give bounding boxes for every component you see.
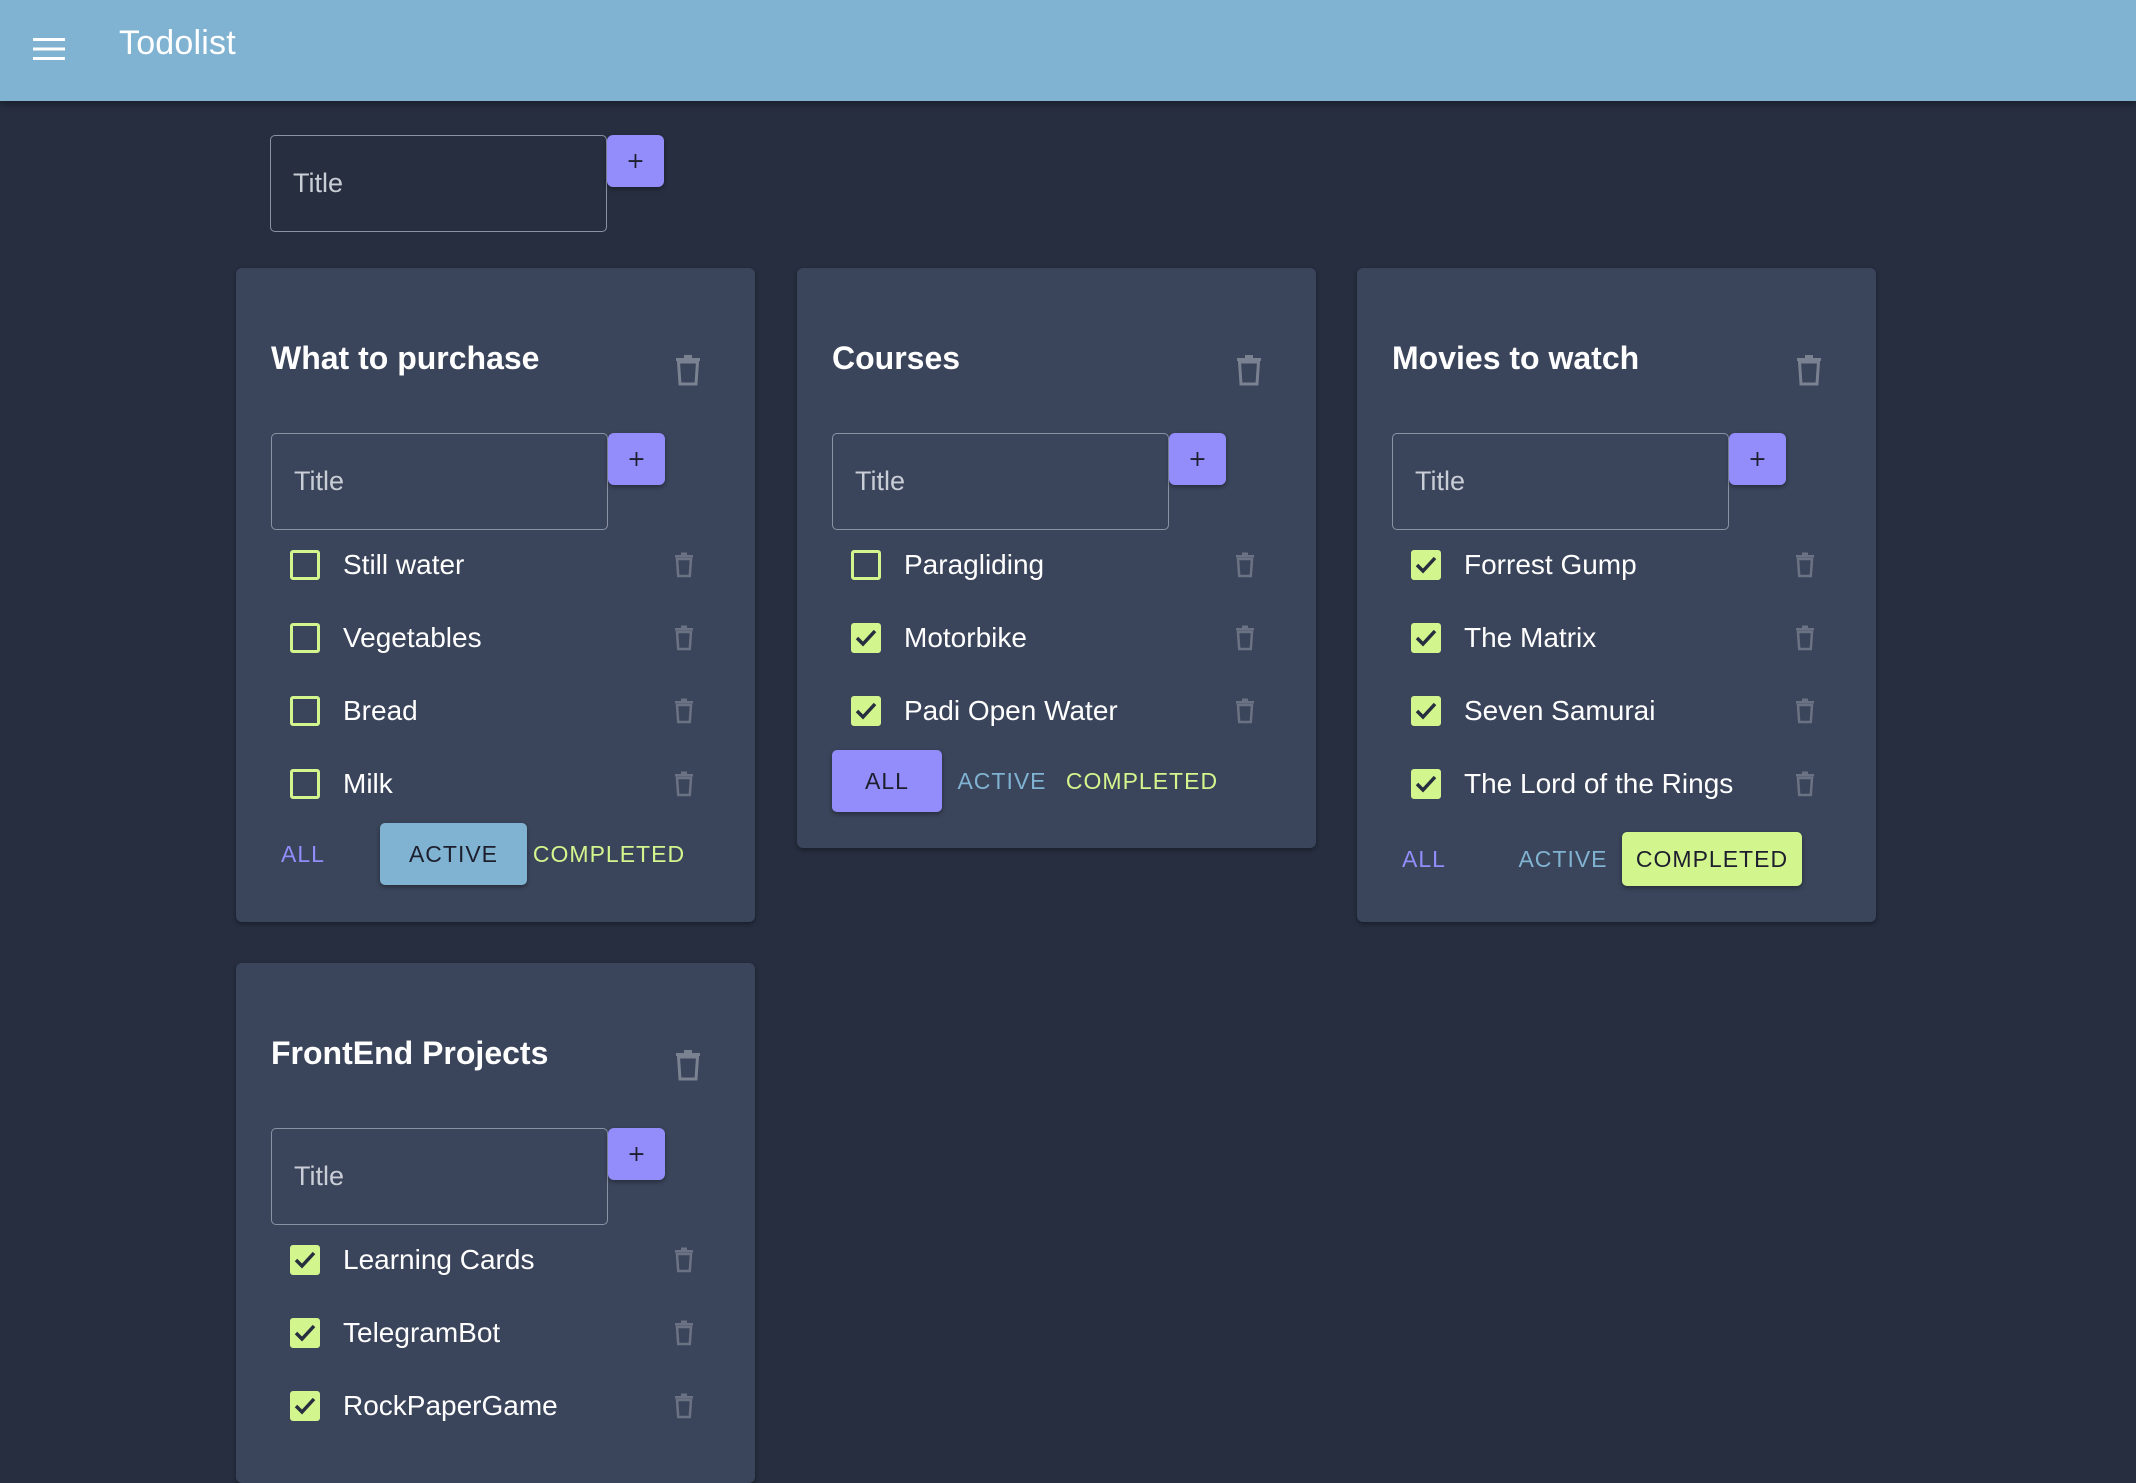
delete-task-icon[interactable] [1787, 766, 1823, 802]
task-item: RockPaperGame [271, 1376, 721, 1436]
filter-active-button[interactable]: ACTIVE [380, 823, 527, 885]
filter-completed-button[interactable]: COMPLETED [1622, 832, 1802, 886]
add-task-button[interactable]: + [608, 1128, 665, 1180]
add-task-form: + [271, 433, 666, 531]
list-title: FrontEnd Projects [271, 1035, 549, 1071]
checkbox-checked-icon[interactable] [1411, 550, 1441, 580]
add-task-form: + [271, 1128, 666, 1226]
new-list-form: + [270, 135, 665, 233]
task-item: Seven Samurai [1392, 681, 1842, 741]
delete-task-icon[interactable] [666, 620, 702, 656]
task-title-input[interactable] [832, 433, 1169, 530]
todolist-card: Movies to watch + Forrest Gump The Matrix Se… [1357, 268, 1876, 922]
add-task-button[interactable]: + [1169, 433, 1226, 485]
delete-list-icon[interactable] [1789, 350, 1829, 390]
checkbox-unchecked-icon[interactable] [290, 769, 320, 799]
menu-icon[interactable] [26, 26, 72, 72]
task-item: Motorbike [832, 608, 1282, 668]
task-item: The Lord of the Rings [1392, 754, 1842, 814]
task-title-input[interactable] [271, 433, 608, 530]
checkbox-checked-icon[interactable] [290, 1245, 320, 1275]
task-title-input[interactable] [1392, 433, 1729, 530]
task-label: Seven Samurai [1464, 695, 1656, 726]
task-item: Vegetables [271, 608, 721, 668]
delete-task-icon[interactable] [666, 1388, 702, 1424]
add-task-form: + [1392, 433, 1787, 531]
delete-task-icon[interactable] [666, 693, 702, 729]
checkbox-checked-icon[interactable] [290, 1318, 320, 1348]
task-item: Padi Open Water [832, 681, 1282, 741]
delete-task-icon[interactable] [666, 547, 702, 583]
add-task-button[interactable]: + [608, 433, 665, 485]
task-item: TelegramBot [271, 1303, 721, 1363]
task-label: The Lord of the Rings [1464, 768, 1734, 799]
task-label: RockPaperGame [343, 1390, 558, 1421]
task-label: Vegetables [343, 622, 482, 653]
delete-task-icon[interactable] [1227, 620, 1263, 656]
todolist-card: Courses + Paragliding Motorbike Padi Open Wa… [797, 268, 1316, 848]
task-item: Learning Cards [271, 1230, 721, 1290]
checkbox-checked-icon[interactable] [290, 1391, 320, 1421]
task-title-input[interactable] [271, 1128, 608, 1225]
checkbox-unchecked-icon[interactable] [851, 550, 881, 580]
delete-task-icon[interactable] [1227, 547, 1263, 583]
filter-all-button[interactable]: ALL [1399, 828, 1449, 890]
task-label: Bread [343, 695, 418, 726]
task-label: Forrest Gump [1464, 549, 1637, 580]
checkbox-checked-icon[interactable] [851, 696, 881, 726]
checkbox-checked-icon[interactable] [1411, 696, 1441, 726]
list-title: Courses [832, 340, 961, 376]
filter-active-button[interactable]: ACTIVE [1513, 828, 1613, 890]
task-label: Padi Open Water [904, 695, 1118, 726]
list-title: Movies to watch [1392, 340, 1640, 376]
task-item: Forrest Gump [1392, 535, 1842, 595]
task-label: Learning Cards [343, 1244, 535, 1275]
task-label: Motorbike [904, 622, 1027, 653]
delete-task-icon[interactable] [1787, 547, 1823, 583]
task-item: Milk [271, 754, 721, 814]
task-label: The Matrix [1464, 622, 1597, 653]
list-title: What to purchase [271, 340, 540, 376]
todolist-card: FrontEnd Projects + Learning Cards Telegram… [236, 963, 755, 1483]
delete-task-icon[interactable] [1787, 620, 1823, 656]
task-label: Paragliding [904, 549, 1045, 580]
checkbox-checked-icon[interactable] [1411, 623, 1441, 653]
delete-task-icon[interactable] [1227, 693, 1263, 729]
new-list-title-input[interactable] [270, 135, 607, 232]
add-task-button[interactable]: + [1729, 433, 1786, 485]
delete-list-icon[interactable] [668, 350, 708, 390]
checkbox-unchecked-icon[interactable] [290, 623, 320, 653]
delete-task-icon[interactable] [666, 1315, 702, 1351]
app-title: Todolist [119, 24, 236, 62]
filter-completed-button[interactable]: COMPLETED [529, 823, 689, 885]
task-label: Still water [343, 549, 465, 580]
task-label: Milk [343, 768, 393, 799]
app-bar: Todolist [0, 0, 2136, 101]
filter-all-button[interactable]: ALL [278, 823, 328, 885]
filter-all-button[interactable]: ALL [832, 750, 942, 812]
checkbox-checked-icon[interactable] [851, 623, 881, 653]
delete-task-icon[interactable] [666, 766, 702, 802]
delete-task-icon[interactable] [666, 1242, 702, 1278]
task-item: Bread [271, 681, 721, 741]
task-item: Paragliding [832, 535, 1282, 595]
delete-list-icon[interactable] [1229, 350, 1269, 390]
delete-task-icon[interactable] [1787, 693, 1823, 729]
checkbox-unchecked-icon[interactable] [290, 696, 320, 726]
todolist-card: What to purchase + Still water Vegetables Br… [236, 268, 755, 922]
checkbox-unchecked-icon[interactable] [290, 550, 320, 580]
filter-completed-button[interactable]: COMPLETED [1062, 750, 1222, 812]
add-task-form: + [832, 433, 1227, 531]
checkbox-checked-icon[interactable] [1411, 769, 1441, 799]
add-list-button[interactable]: + [607, 135, 664, 187]
task-label: TelegramBot [343, 1317, 501, 1348]
filter-active-button[interactable]: ACTIVE [952, 750, 1052, 812]
delete-list-icon[interactable] [668, 1045, 708, 1085]
task-item: The Matrix [1392, 608, 1842, 668]
task-item: Still water [271, 535, 721, 595]
